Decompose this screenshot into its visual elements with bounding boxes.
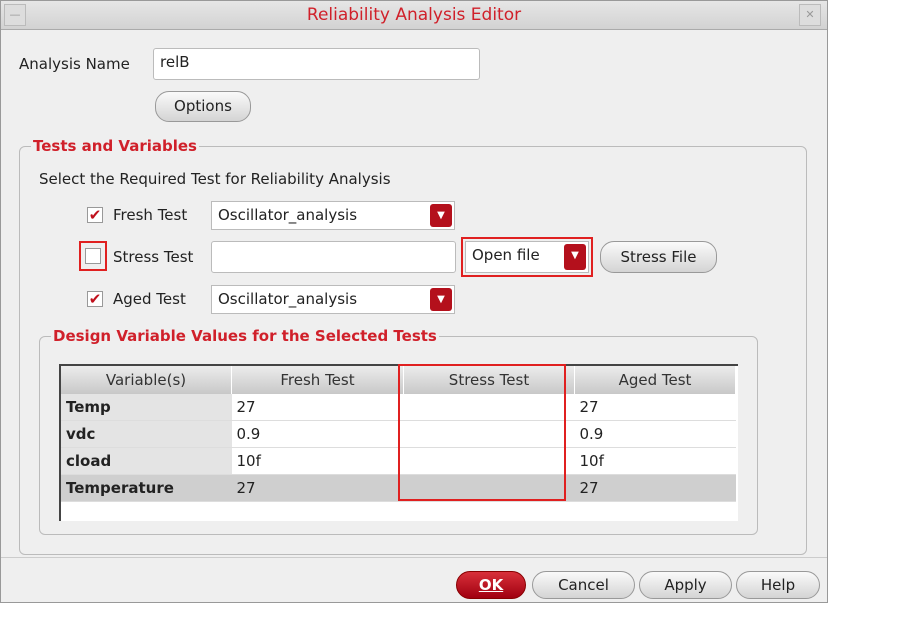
stress-mode-value: Open file xyxy=(472,246,540,264)
options-button[interactable]: Options xyxy=(155,91,251,122)
stress-column-highlight xyxy=(398,364,566,501)
variable-cell: Temperature xyxy=(61,474,232,502)
column-header[interactable]: Variable(s) xyxy=(61,366,232,394)
aged-cell[interactable]: 0.9 xyxy=(574,420,736,448)
analysis-name-label: Analysis Name xyxy=(19,55,130,73)
fresh-test-select[interactable]: Oscillator_analysis ▼ xyxy=(211,201,455,230)
ok-button[interactable]: OK xyxy=(456,571,526,599)
aged-cell[interactable]: 27 xyxy=(574,394,736,421)
aged-cell[interactable]: 27 xyxy=(574,474,736,502)
stress-mode-select[interactable]: Open file ▼ xyxy=(465,241,589,273)
instruction-text: Select the Required Test for Reliability… xyxy=(39,170,391,188)
variable-cell: cload xyxy=(61,447,232,475)
fresh-cell[interactable]: 0.9 xyxy=(231,420,404,448)
fresh-cell[interactable]: 27 xyxy=(231,394,404,421)
aged-test-label: Aged Test xyxy=(113,290,186,308)
aged-test-value: Oscillator_analysis xyxy=(218,290,358,308)
variable-cell: vdc xyxy=(61,420,232,448)
design-variables-legend: Design Variable Values for the Selected … xyxy=(51,327,439,345)
fresh-cell[interactable]: 27 xyxy=(231,474,404,502)
fresh-test-value: Oscillator_analysis xyxy=(218,206,358,224)
chevron-down-icon: ▼ xyxy=(564,244,586,270)
fresh-test-label: Fresh Test xyxy=(113,206,188,224)
tests-and-variables-legend: Tests and Variables xyxy=(31,137,199,155)
analysis-name-input[interactable]: relB xyxy=(153,48,480,80)
fresh-test-checkbox[interactable]: ✔ xyxy=(87,207,103,223)
stress-file-button[interactable]: Stress File xyxy=(600,241,717,273)
stress-test-label: Stress Test xyxy=(113,248,194,266)
stress-test-checkbox[interactable] xyxy=(85,248,101,264)
aged-cell[interactable]: 10f xyxy=(574,447,736,475)
close-button[interactable]: ✕ xyxy=(799,4,821,26)
variable-cell: Temp xyxy=(61,394,232,421)
help-button[interactable]: Help xyxy=(736,571,820,599)
cancel-button[interactable]: Cancel xyxy=(532,571,635,599)
apply-button[interactable]: Apply xyxy=(639,571,732,599)
aged-test-select[interactable]: Oscillator_analysis ▼ xyxy=(211,285,455,314)
column-header[interactable]: Fresh Test xyxy=(231,366,404,394)
fresh-cell[interactable]: 10f xyxy=(231,447,404,475)
chevron-down-icon: ▼ xyxy=(430,204,452,227)
window-title: Reliability Analysis Editor xyxy=(306,5,522,25)
stress-test-input[interactable] xyxy=(211,241,456,273)
chevron-down-icon: ▼ xyxy=(430,288,452,311)
aged-test-checkbox[interactable]: ✔ xyxy=(87,291,103,307)
column-header[interactable]: Aged Test xyxy=(574,366,736,394)
reliability-analysis-editor-window: — Reliability Analysis Editor ✕ Analysis… xyxy=(0,0,828,603)
divider xyxy=(1,557,827,558)
